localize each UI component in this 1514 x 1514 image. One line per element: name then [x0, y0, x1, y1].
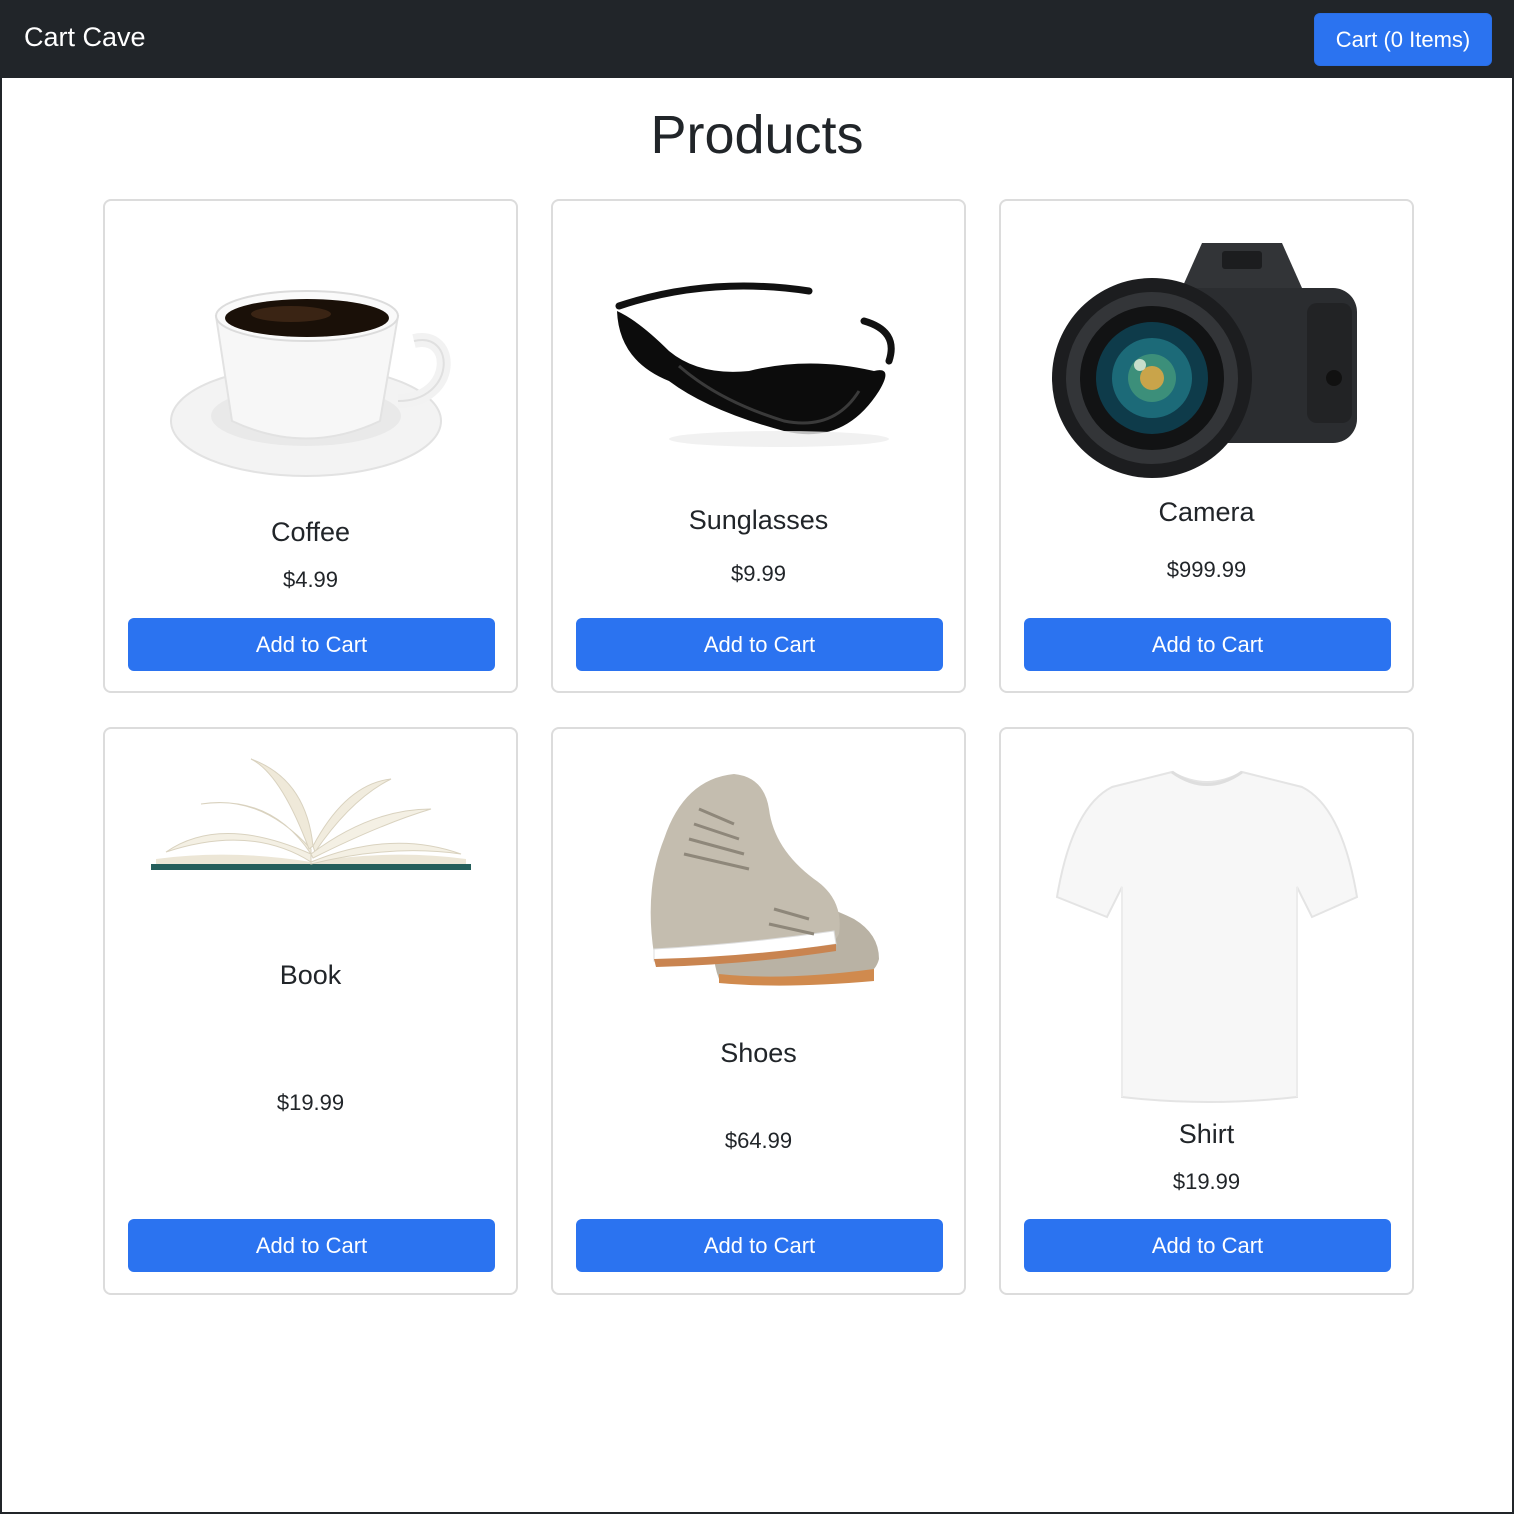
sunglasses-image: [553, 276, 964, 456]
coffee-cup-image: [105, 271, 516, 481]
page-title: Products: [650, 105, 864, 165]
add-to-cart-button[interactable]: Add to Cart: [128, 1219, 495, 1272]
product-name: Shoes: [720, 1038, 797, 1068]
product-price: $64.99: [724, 1128, 793, 1153]
product-card-sunglasses: Sunglasses $9.99 Add to Cart: [551, 199, 966, 693]
cart-button[interactable]: Cart (0 Items): [1314, 13, 1492, 66]
add-to-cart-button[interactable]: Add to Cart: [1024, 1219, 1391, 1272]
product-price: $19.99: [276, 1090, 345, 1115]
product-name: Coffee: [270, 517, 351, 547]
product-price: $19.99: [1172, 1169, 1241, 1194]
shoes-image: [553, 769, 964, 989]
add-to-cart-button[interactable]: Add to Cart: [128, 618, 495, 671]
add-to-cart-button[interactable]: Add to Cart: [576, 618, 943, 671]
product-card-camera: Camera $999.99 Add to Cart: [999, 199, 1414, 693]
product-card-coffee: Coffee $4.99 Add to Cart: [103, 199, 518, 693]
product-price: $9.99: [730, 561, 787, 586]
product-name: Camera: [1158, 497, 1255, 527]
product-name: Book: [279, 960, 342, 990]
product-card-book: Book $19.99 Add to Cart: [103, 727, 518, 1295]
product-price: $4.99: [282, 567, 339, 592]
product-card-shirt: Shirt $19.99 Add to Cart: [999, 727, 1414, 1295]
product-name: Shirt: [1178, 1119, 1235, 1149]
add-to-cart-button[interactable]: Add to Cart: [576, 1219, 943, 1272]
brand-logo[interactable]: Cart Cave: [24, 22, 146, 53]
product-card-shoes: Shoes $64.99 Add to Cart: [551, 727, 966, 1295]
book-image: [105, 754, 516, 879]
product-name: Sunglasses: [688, 505, 829, 535]
camera-image: [1001, 233, 1412, 478]
shirt-image: [1001, 767, 1412, 1105]
add-to-cart-button[interactable]: Add to Cart: [1024, 618, 1391, 671]
navbar: Cart Cave Cart (0 Items): [0, 0, 1514, 78]
product-price: $999.99: [1166, 557, 1247, 582]
